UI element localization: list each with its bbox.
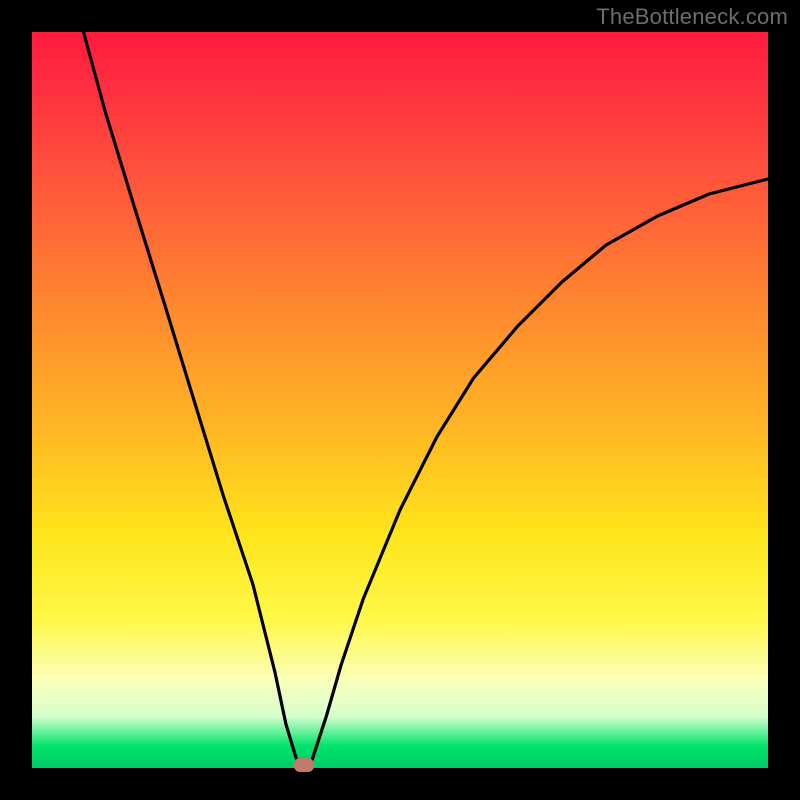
curve-path	[84, 32, 769, 768]
minimum-marker	[294, 758, 314, 772]
bottleneck-curve	[32, 32, 768, 768]
watermark-label: TheBottleneck.com	[596, 4, 788, 30]
plot-area	[32, 32, 768, 768]
chart-frame: TheBottleneck.com	[0, 0, 800, 800]
